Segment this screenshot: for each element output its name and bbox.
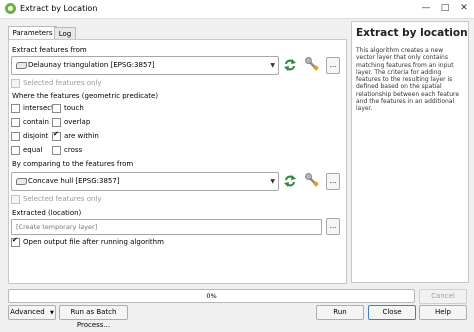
predicate-label: Where the features (geometric predicate) (12, 92, 159, 100)
help-button[interactable]: Help (419, 305, 467, 320)
progress-text: 0% (206, 292, 217, 300)
run-batch-button[interactable]: Run as Batch Process... (59, 305, 128, 329)
cancel-button[interactable]: Cancel (419, 289, 467, 304)
minimize-button[interactable]: — (419, 2, 433, 15)
intersect-label: intersect (23, 104, 54, 112)
extract-layer-browse-button[interactable]: ... (326, 57, 340, 74)
chevron-down-icon: ▼ (270, 62, 275, 69)
compare-layer-combo[interactable]: Concave hull [EPSG:3857] ▼ (11, 172, 279, 191)
disjoint-checkbox[interactable] (11, 132, 20, 141)
advanced-label: Advanced (10, 308, 45, 316)
extract-features-label: Extract features from (12, 46, 87, 54)
polygon-layer-icon (16, 178, 27, 185)
chevron-down-icon: ▼ (270, 178, 275, 185)
contain-label: contain (23, 118, 49, 126)
wrench-icon[interactable] (305, 173, 319, 187)
progress-bar: 0% (8, 289, 415, 303)
window-title: Extract by Location (20, 4, 98, 13)
cross-label: cross (64, 146, 83, 154)
touch-label: touch (64, 104, 84, 112)
cross-checkbox[interactable] (52, 146, 61, 155)
extract-layer-combo[interactable]: Delaunay triangulation [EPSG:3857] ▼ (11, 56, 279, 75)
extracted-browse-button[interactable]: ... (326, 218, 340, 235)
selected-only-checkbox-1[interactable] (11, 79, 20, 88)
touch-checkbox[interactable] (52, 104, 61, 113)
run-button[interactable]: Run (316, 305, 364, 320)
tab-parameters[interactable]: Parameters (8, 26, 57, 40)
selected-only-checkbox-2[interactable] (11, 195, 20, 204)
compare-layer-value: Concave hull [EPSG:3857] (28, 177, 120, 185)
wrench-icon[interactable] (305, 57, 319, 71)
selected-only-label-2: Selected features only (23, 195, 102, 203)
qgis-icon (5, 3, 16, 14)
open-output-label: Open output file after running algorithm (23, 238, 164, 246)
extracted-label: Extracted (location) (12, 209, 82, 217)
open-output-checkbox[interactable] (11, 236, 20, 247)
maximize-button[interactable]: □ (438, 2, 452, 15)
are-within-label: are within (64, 132, 99, 140)
compare-layer-browse-button[interactable]: ... (326, 173, 340, 190)
equal-checkbox[interactable] (11, 146, 20, 155)
help-body: This algorithm creates a new vector laye… (356, 47, 460, 113)
compare-label: By comparing to the features from (12, 160, 134, 168)
close-button[interactable]: Close (368, 305, 416, 320)
title-bar: Extract by Location — □ ✕ (0, 0, 474, 19)
extracted-output-field[interactable] (11, 219, 322, 235)
close-window-button[interactable]: ✕ (457, 2, 471, 15)
help-title: Extract by location (356, 27, 468, 39)
chevron-down-icon: ▼ (49, 310, 54, 316)
disjoint-label: disjoint (23, 132, 49, 140)
polygon-layer-icon (16, 62, 27, 69)
intersect-checkbox[interactable] (11, 104, 20, 113)
equal-label: equal (23, 146, 43, 154)
iterate-icon[interactable] (283, 58, 297, 72)
overlap-label: overlap (64, 118, 91, 126)
contain-checkbox[interactable] (11, 118, 20, 127)
extracted-output-input[interactable] (12, 220, 321, 234)
help-panel: Extract by location This algorithm creat… (351, 21, 469, 283)
extract-layer-value: Delaunay triangulation [EPSG:3857] (28, 61, 155, 69)
overlap-checkbox[interactable] (52, 118, 61, 127)
selected-only-label-1: Selected features only (23, 79, 102, 87)
iterate-icon[interactable] (283, 174, 297, 188)
are-within-checkbox[interactable] (52, 130, 61, 141)
advanced-button[interactable]: Advanced ▼ (8, 305, 56, 320)
